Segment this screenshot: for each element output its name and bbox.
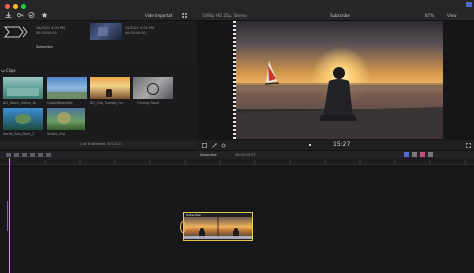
sunset-video-frame xyxy=(233,21,443,139)
clip-grid: AG_Black_Guitar_Gr CostalBeachAb AG_Clip… xyxy=(0,77,196,139)
timeline-tool-buttons xyxy=(6,153,51,157)
ruler-ticks xyxy=(9,160,466,164)
format-label: 1080p HD 25p, Stereo xyxy=(202,13,247,18)
arrow-icon xyxy=(3,26,28,38)
timeline-clip[interactable]: Subscribe xyxy=(183,212,253,241)
browser-section-label: Clips xyxy=(6,68,16,73)
close-icon[interactable] xyxy=(5,4,10,9)
browser-header: Clips xyxy=(0,67,196,75)
chevron-down-icon xyxy=(1,69,5,73)
settings-icon xyxy=(221,143,225,147)
clip-thumbnail[interactable] xyxy=(133,77,173,99)
clip-name: CostalBeachAb xyxy=(47,101,73,105)
thumbnail-meta: 10/2021 4:05 PM xyxy=(125,26,154,30)
clip-thumbnail-night[interactable] xyxy=(90,23,122,40)
view-options-button[interactable] xyxy=(201,142,207,148)
zoom-icon[interactable] xyxy=(21,4,26,9)
collapse-toggle[interactable] xyxy=(1,68,5,74)
clip-thumbnail[interactable] xyxy=(3,77,43,99)
star-icon xyxy=(41,12,47,18)
magic-wand-icon xyxy=(211,142,217,148)
tool-button[interactable] xyxy=(38,153,43,157)
timeline-right-tools xyxy=(404,152,433,157)
tool-button[interactable] xyxy=(420,152,425,157)
playhead[interactable] xyxy=(9,158,10,273)
viewer-film-strip xyxy=(233,21,236,139)
clip-filmstrip xyxy=(184,217,252,239)
toolbar-accent xyxy=(466,2,472,7)
checkmark-icon xyxy=(28,12,34,18)
import-item-title: 10/2021 4:05 PM xyxy=(36,26,65,30)
project-title: Subscribe xyxy=(330,13,350,18)
minimize-icon[interactable] xyxy=(13,4,18,9)
clip-thumbnail[interactable] xyxy=(47,77,87,99)
timeline-timecode: 00:00:15:27 xyxy=(235,153,256,157)
checkmark-button[interactable] xyxy=(27,12,35,18)
thumbnail-meta-2: 00:00:00:00 xyxy=(125,31,146,35)
clip-name: Vistas_Clip xyxy=(47,132,66,136)
playback-position[interactable] xyxy=(308,144,311,146)
browser-status-bar: 1 of 6 selected, 00:15:27 xyxy=(0,141,196,148)
timeline-title: Subscribe xyxy=(200,153,217,157)
clip-name: AG_Black_Guitar_Gr xyxy=(3,101,37,105)
browser-status: 1 of 6 selected, 00:15:27 xyxy=(80,142,123,146)
viewer-panel xyxy=(197,21,474,150)
timeline-ruler[interactable] xyxy=(0,158,474,165)
tool-button[interactable] xyxy=(46,153,51,157)
library-name: Vide Importat xyxy=(145,13,173,18)
favorites-button[interactable] xyxy=(40,12,48,18)
clip-handle-left[interactable] xyxy=(180,221,186,233)
library-menu-button[interactable] xyxy=(181,12,187,18)
viewer-timecode: 15:27 xyxy=(333,141,351,148)
import-icon xyxy=(5,12,11,18)
clip-thumbnail[interactable] xyxy=(90,77,130,99)
import-item-meta: 00:00:00:00 xyxy=(36,31,57,35)
tool-button[interactable] xyxy=(30,153,35,157)
zoom-level[interactable]: 87% xyxy=(425,13,434,18)
view-menu[interactable]: View xyxy=(447,13,457,18)
viewer-frame xyxy=(233,21,443,139)
fullscreen-button[interactable] xyxy=(465,142,471,148)
import-item-title-2: Subscribe xyxy=(36,45,53,49)
tool-button[interactable] xyxy=(6,153,11,157)
top-toolbar: Vide Importat 1080p HD 25p, Stereo Subsc… xyxy=(0,0,474,21)
speed-button[interactable] xyxy=(220,142,226,148)
arrow-thumbnail[interactable] xyxy=(3,25,31,39)
clip-thumbnail[interactable] xyxy=(3,108,43,130)
keyword-button[interactable] xyxy=(16,12,24,18)
grid-icon xyxy=(181,12,187,18)
tool-button[interactable] xyxy=(412,152,417,157)
key-icon xyxy=(16,13,23,17)
tool-button[interactable] xyxy=(14,153,19,157)
tool-button[interactable] xyxy=(428,152,433,157)
clip-name: Aerial_San_Dark_2 xyxy=(3,132,35,136)
viewer-controls: 15:27 xyxy=(197,140,474,150)
tool-button[interactable] xyxy=(22,153,27,157)
clip-name: Cycling Road xyxy=(137,101,160,105)
grid-icon xyxy=(201,142,207,148)
clip-name: AG_Clip_Sunset_On xyxy=(90,101,123,105)
clip-thumbnail[interactable] xyxy=(47,108,85,130)
timeline-track-area[interactable]: Subscribe xyxy=(0,158,474,273)
import-panel: 10/2021 4:05 PM 00:00:00:00 10/2021 4:05… xyxy=(0,21,196,63)
import-button[interactable] xyxy=(4,12,12,18)
window-controls xyxy=(5,4,26,9)
enhance-button[interactable] xyxy=(211,142,217,148)
expand-icon xyxy=(465,142,471,148)
tool-button[interactable] xyxy=(404,152,409,157)
track-marker xyxy=(7,201,8,231)
